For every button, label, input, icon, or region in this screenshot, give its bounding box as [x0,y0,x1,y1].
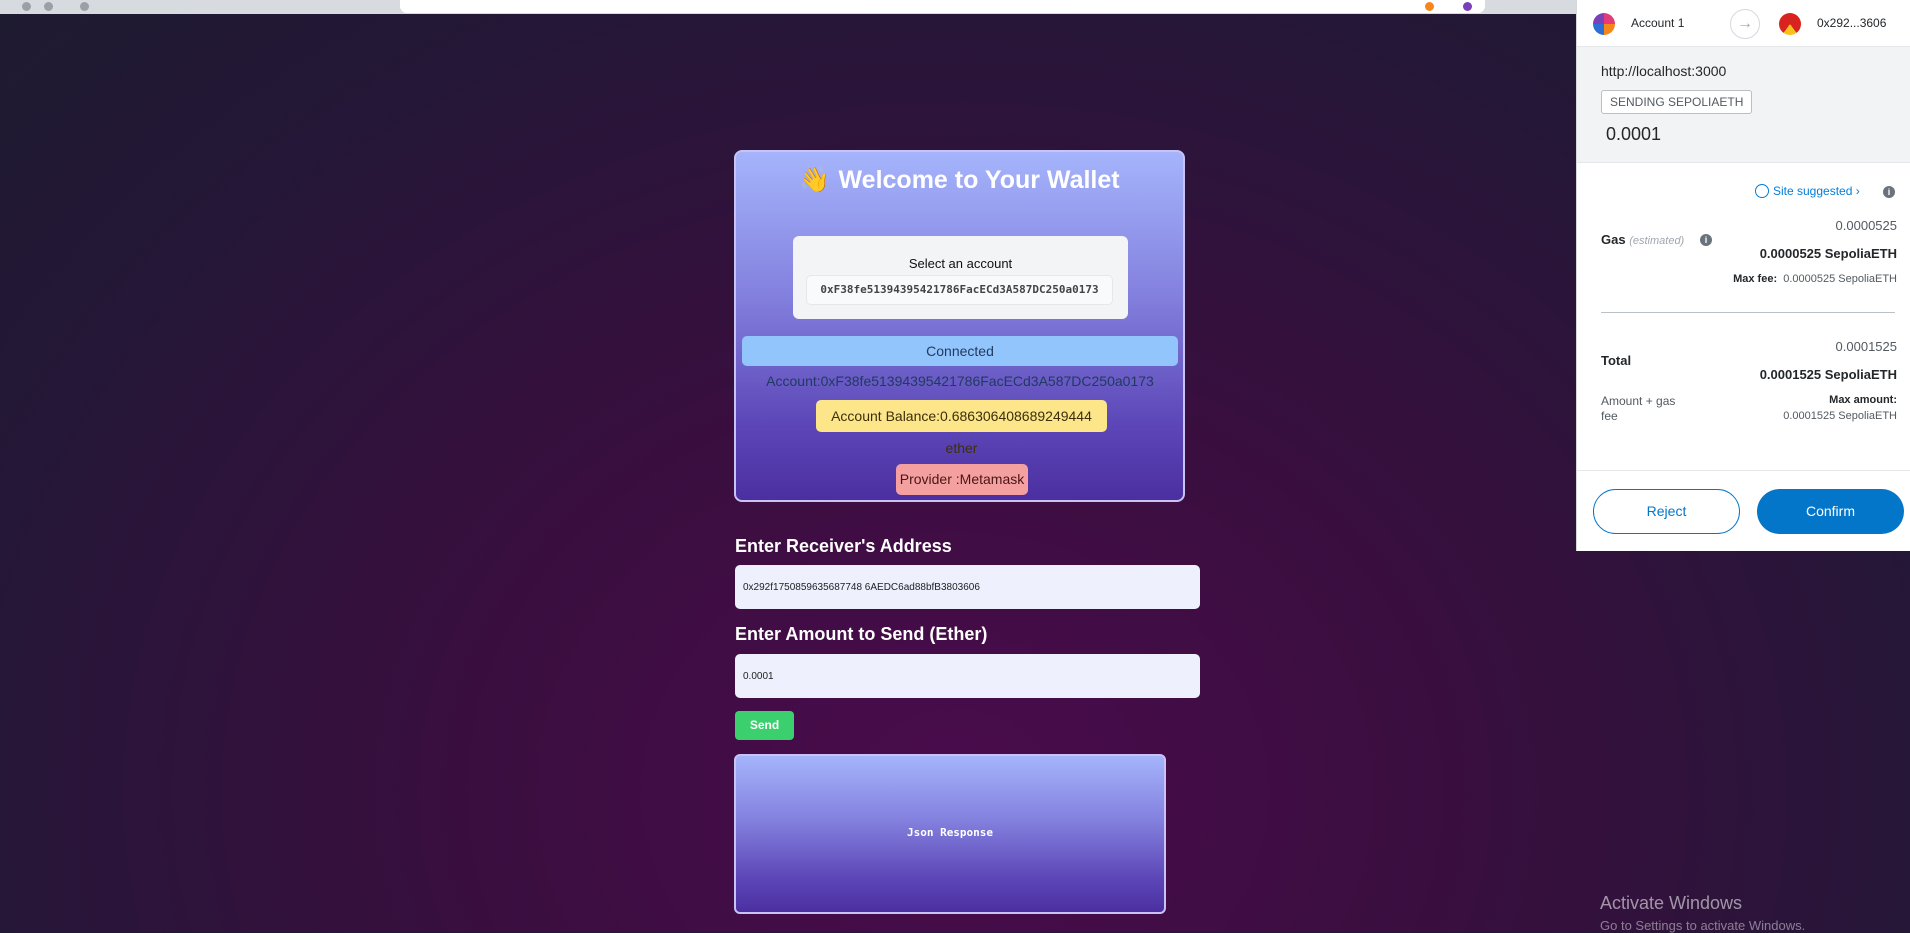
site-origin: http://localhost:3000 [1601,63,1727,79]
extension-icon[interactable] [1463,2,1472,11]
activate-windows-title: Activate Windows [1600,893,1743,913]
from-account-avatar [1593,13,1615,35]
metamask-popup: Account 1 → 0x292...3606 http://localhos… [1576,0,1910,551]
wallet-card: 👋 Welcome to Your Wallet Select an accoun… [734,150,1185,502]
info-icon[interactable]: i [1883,186,1895,198]
waving-hand-icon: 👋 [799,166,831,194]
reload-icon[interactable] [80,2,89,11]
chevron-right-icon: › [1855,184,1860,198]
gas-value: 0.0000525 SepoliaETH [1759,246,1897,261]
transaction-amount: 0.0001 [1606,124,1662,144]
account-select-dropdown[interactable]: 0xF38fe51394395421786FacECd3A587DC250a01… [807,276,1112,304]
gas-value-small: 0.0000525 [1835,218,1897,233]
json-response-box: Json Response [734,754,1166,914]
footer-divider [1577,470,1910,471]
to-account-avatar [1779,13,1801,35]
provider-badge: Provider :Metamask [896,464,1028,495]
activate-windows-subtitle: Go to Settings to activate Windows. [1600,918,1806,933]
connected-account-badge: Connected Account:0xF38fe51394395421786F… [742,336,1178,389]
reject-button[interactable]: Reject [1593,489,1740,534]
max-fee: Max fee: 0.0000525 SepoliaETH [1733,273,1897,285]
metamask-extension-icon[interactable] [1425,2,1434,11]
to-account-address[interactable]: 0x292...3606 [1817,16,1886,30]
metamask-header: Account 1 → 0x292...3606 [1577,0,1910,47]
total-value: 0.0001525 SepoliaETH [1759,367,1897,382]
max-amount-value: 0.0001525 SepoliaETH [1783,410,1897,422]
back-icon[interactable] [22,2,31,11]
gas-info-icon[interactable]: i [1700,234,1712,246]
max-amount-label: Max amount: [1829,394,1897,406]
receiver-address-input[interactable] [735,565,1200,609]
amount-gas-label: Amount + gas fee [1601,394,1676,423]
action-pill: SENDING SEPOLIAETH [1601,90,1753,114]
globe-icon [1755,184,1769,198]
amount-label: Enter Amount to Send (Ether) [735,624,988,644]
forward-icon[interactable] [44,2,53,11]
max-fee-label: Max fee: [1733,273,1778,285]
site-suggested-link[interactable]: Site suggested › [1755,184,1860,198]
wallet-title: 👋 Welcome to Your Wallet [799,166,1120,194]
total-label: Total [1601,353,1632,368]
transaction-summary: http://localhost:3000 SENDING SEPOLIAETH… [1577,47,1910,163]
confirm-button[interactable]: Confirm [1757,489,1904,534]
divider [1601,312,1895,313]
amount-input[interactable] [735,654,1200,698]
json-response-text: Json Response [906,826,994,839]
from-account-name[interactable]: Account 1 [1631,16,1684,30]
send-button[interactable]: Send [735,711,794,740]
total-value-small: 0.0001525 [1835,339,1897,354]
account-balance-badge: Account Balance:0.686306408689249444 eth… [816,400,1107,456]
account-select-label: Select an account [908,256,1013,271]
gas-label: Gas (estimated) [1601,232,1685,247]
arrow-right-icon: → [1730,9,1760,39]
address-bar[interactable] [400,0,1485,13]
max-fee-value: 0.0000525 SepoliaETH [1783,273,1897,285]
account-selector: Select an account 0xF38fe51394395421786F… [793,236,1128,319]
receiver-address-label: Enter Receiver's Address [735,536,952,556]
